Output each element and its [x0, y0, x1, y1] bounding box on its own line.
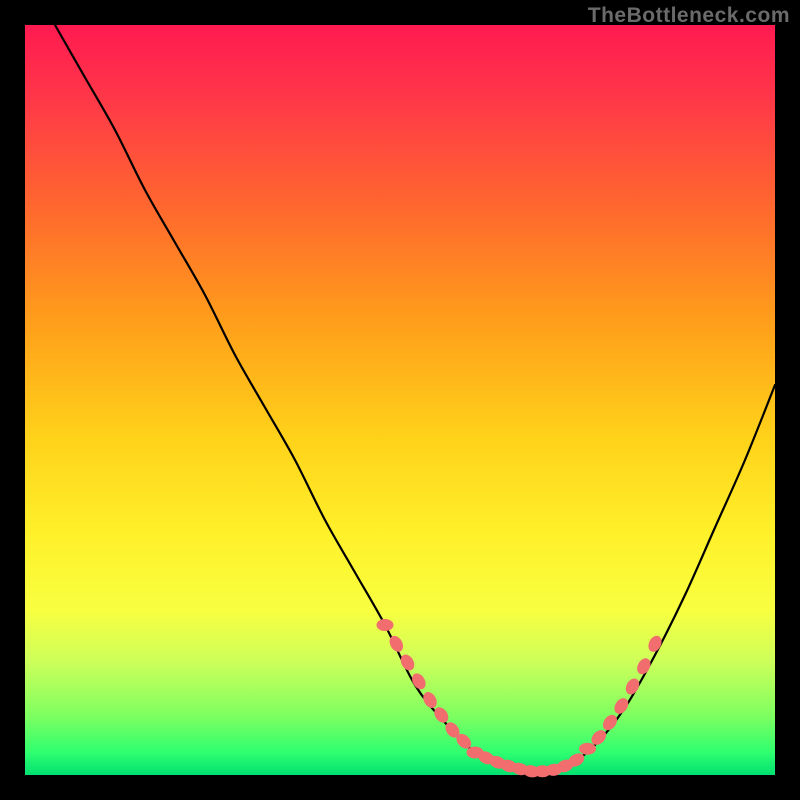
chart-svg [25, 25, 775, 775]
black-frame: TheBottleneck.com [0, 0, 800, 800]
highlight-point [634, 656, 653, 677]
highlight-point [600, 712, 620, 733]
highlight-points [377, 619, 665, 779]
highlight-point [420, 690, 439, 711]
highlight-point [623, 676, 642, 697]
highlight-point [431, 705, 451, 726]
watermark-text: TheBottleneck.com [588, 4, 790, 28]
plot-area [25, 25, 775, 775]
highlight-point [377, 619, 394, 631]
highlight-point [579, 743, 596, 755]
bottleneck-curve-path [55, 25, 775, 775]
highlight-point [612, 696, 631, 717]
